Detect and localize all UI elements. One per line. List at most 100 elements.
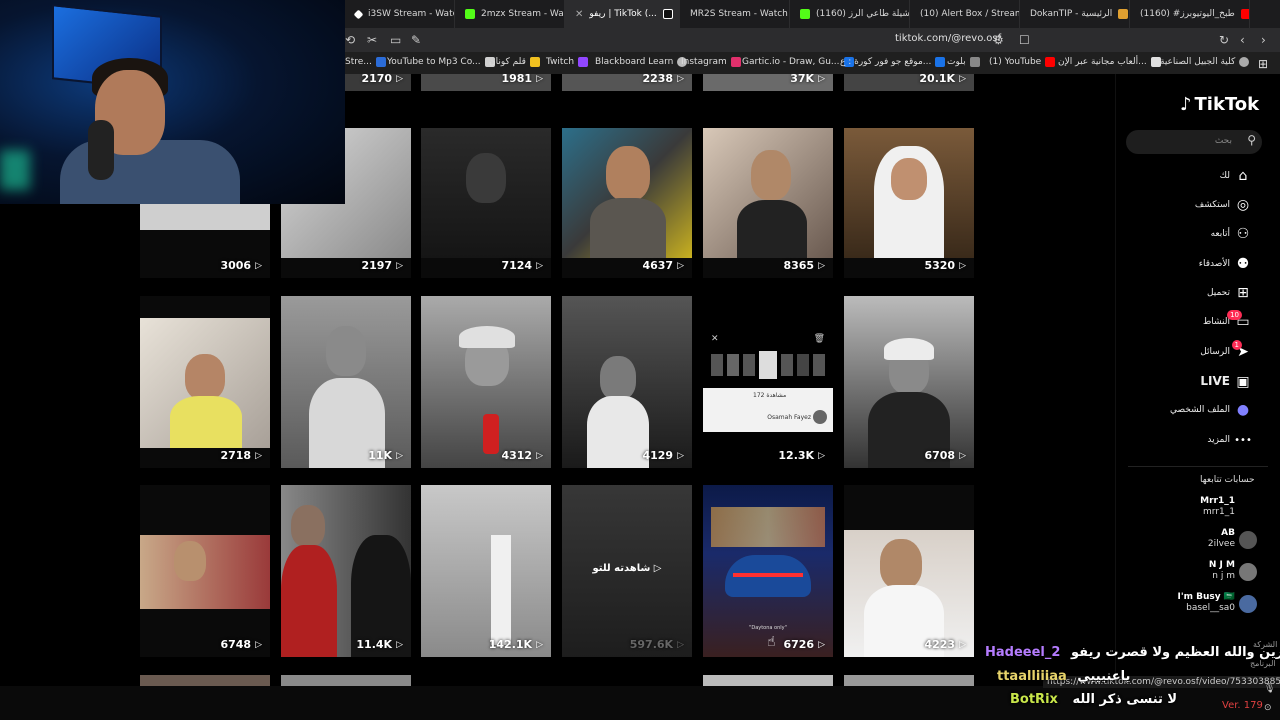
bookmark-item[interactable]: بلوت <box>947 57 980 67</box>
tiktok-icon: ♪ <box>1180 94 1192 115</box>
extension-icon[interactable]: ⟲ <box>345 33 355 47</box>
bookmark-item[interactable]: YouTube to Mp3 Co... <box>387 57 495 67</box>
notification-badge: 10 <box>1227 310 1242 320</box>
browser-tab[interactable]: DokanTIP - الرئيسية <box>1020 0 1130 28</box>
video-thumbnail[interactable]: 6748 ▷ <box>140 485 270 657</box>
browser-tab[interactable]: (1160) شيلة طاعي الرز... <box>790 0 910 28</box>
close-icon[interactable]: ✕ <box>711 334 719 344</box>
bookmark-item[interactable]: Stre... <box>345 57 386 67</box>
tab-favicon-icon <box>353 9 364 19</box>
edit-icon[interactable]: ✎ <box>411 33 421 47</box>
bookmark-item[interactable]: قلم كونان <box>489 57 540 67</box>
microphone-icon[interactable]: 🎙 <box>1264 684 1275 694</box>
browser-tab[interactable]: (10) Alert Box / Stream <box>910 0 1020 28</box>
sidebar-item-upload[interactable]: تحميل ⊞ <box>1130 285 1260 305</box>
video-thumbnail[interactable]: 7124 ▷ <box>421 128 551 278</box>
followed-account[interactable]: Mrr1_1 mrr1_1 <box>1130 496 1265 522</box>
sidebar-item-label: LIVE <box>1200 374 1230 388</box>
browser-tab[interactable]: i3SW Stream - Watch <box>345 0 455 28</box>
view-count: 142.1K ▷ <box>489 638 543 651</box>
account-name: Mrr1_1 <box>1200 496 1235 506</box>
account-handle: mrr1_1 <box>1203 507 1235 517</box>
play-icon: ▷ <box>959 450 966 461</box>
video-thumbnail[interactable]: 2238 ▷ <box>562 74 692 91</box>
bookmark-item[interactable]: كلية الجبيل الصناعية <box>1160 57 1250 67</box>
bookmark-item[interactable]: موقع جو فور كورة : ع... <box>840 57 946 67</box>
sidebar-item-friends[interactable]: الأصدقاء ⚉ <box>1130 256 1260 276</box>
screen-icon[interactable]: ▭ <box>390 33 401 47</box>
browser-tab-active[interactable]: ✕ ريفو | TikTok (... <box>565 0 680 28</box>
video-thumbnail[interactable]: 37K ▷ <box>703 74 833 91</box>
sidebar-item-profile[interactable]: الملف الشخصي ● <box>1130 402 1260 422</box>
search-input[interactable]: بحث ⚲ <box>1126 130 1262 154</box>
bookmark-label: Gartic.io - Draw, Gu... <box>742 57 840 67</box>
view-count: 11K ▷ <box>368 449 403 462</box>
video-thumbnail[interactable]: 4223 ▷ <box>844 485 974 657</box>
reload-icon[interactable]: ↻ <box>1219 33 1229 47</box>
sidebar-item-for-you[interactable]: لك ⌂ <box>1130 168 1260 188</box>
followed-account[interactable]: N J Mn j m <box>1130 560 1265 586</box>
back-icon[interactable]: ‹ <box>1240 33 1245 47</box>
person-image <box>751 150 791 200</box>
video-thumbnail[interactable]: 8365 ▷ <box>703 128 833 278</box>
webcam-overlay <box>0 0 345 204</box>
video-thumbnail[interactable]: 2718 ▷ <box>140 296 270 468</box>
tiktok-icon <box>662 9 673 19</box>
video-thumbnail[interactable]: 4129 ▷ <box>562 296 692 468</box>
bookmark-item[interactable]: Gartic.io - Draw, Gu... <box>742 57 854 67</box>
chat-message: ttaalliiiaa ياعنيييي <box>997 669 1130 684</box>
video-thumbnail[interactable]: 20.1K ▷ <box>844 74 974 91</box>
footer-link[interactable]: البرنامج <box>1250 659 1276 668</box>
video-thumbnail[interactable]: "Daytona only" 6726 ▷ <box>703 485 833 657</box>
bookmark-item[interactable]: (1) YouTube <box>989 57 1056 67</box>
video-thumbnail[interactable]: 11.4K ▷ <box>281 485 411 657</box>
profile-icon: ● <box>1236 402 1250 418</box>
followed-account[interactable]: AB 2ilvee <box>1130 528 1265 554</box>
video-thumbnail[interactable]: 4637 ▷ <box>562 128 692 278</box>
chat-text: لا تنسى ذكر الله <box>1072 692 1178 707</box>
sidebar-item-explore[interactable]: استكشف ◎ <box>1130 197 1260 217</box>
browser-tab[interactable]: 2mzx Stream - Watch <box>455 0 565 28</box>
site-settings-icon[interactable]: ⚙ <box>993 33 1004 47</box>
youtube-icon <box>1045 57 1056 67</box>
video-thumbnail[interactable]: 142.1K ▷ <box>421 485 551 657</box>
bookmark-item[interactable]: Instagram <box>681 57 741 67</box>
bookmarks-menu-icon[interactable]: ⊞ <box>1258 57 1268 71</box>
search-icon[interactable]: ⚲ <box>1247 133 1256 147</box>
person-image <box>606 146 650 201</box>
video-thumbnail[interactable]: 6708 ▷ <box>844 296 974 468</box>
tab-label: i3SW Stream - Watch <box>368 9 455 19</box>
bookmark-item[interactable]: Twitch <box>546 57 589 67</box>
view-count: 8365 ▷ <box>783 259 825 272</box>
sidebar-item-following[interactable]: أتابعه ⚇ <box>1130 226 1260 246</box>
screen: i3SW Stream - Watch 2mzx Stream - Watch … <box>0 0 1280 720</box>
view-count-value: 2197 <box>361 259 393 272</box>
url-field[interactable]: tiktok.com/@revo.osf <box>895 33 1001 44</box>
browser-tab[interactable]: MR2S Stream - Watch <box>680 0 790 28</box>
settings-icon[interactable]: ⊙ <box>1264 703 1272 713</box>
video-thumbnail-watched[interactable]: شاهدته للتو ▷ 597.6K ▷ <box>562 485 692 657</box>
sidebar-item-activity[interactable]: النشاط ▭ 10 <box>1130 310 1260 334</box>
bookmark-icon[interactable]: ☐ <box>1019 33 1030 47</box>
view-count: 6726 ▷ <box>783 638 825 651</box>
extension-icon[interactable]: ✂ <box>367 33 377 47</box>
sidebar-item-live[interactable]: LIVE ▣ <box>1130 374 1260 394</box>
trash-icon[interactable]: 🗑 <box>814 334 825 344</box>
browser-tab[interactable]: (1160) #طبخ_اليوتيوبرز <box>1130 0 1250 28</box>
mini-thumbnail <box>711 354 723 376</box>
followed-account[interactable]: I'm Busy 🇸🇦 basel__sa0 <box>1130 592 1265 618</box>
bookmark-item[interactable]: Blackboard Learn <box>595 57 688 67</box>
video-thumbnail[interactable]: 5320 ▷ <box>844 128 974 278</box>
video-thumbnail[interactable]: 4312 ▷ <box>421 296 551 468</box>
video-thumbnail[interactable]: 11K ▷ <box>281 296 411 468</box>
mini-thumbnail <box>743 354 755 376</box>
sidebar-item-messages[interactable]: الرسائل ➤ 1 <box>1130 340 1260 364</box>
bookmark-item[interactable]: ألعاب مجانية عبر الإن... <box>1058 57 1161 67</box>
bookmark-label: بلوت <box>947 57 966 67</box>
close-tab-icon[interactable]: ✕ <box>575 9 583 20</box>
tiktok-logo[interactable]: ♪ TikTok <box>1180 94 1259 115</box>
sidebar-item-more[interactable]: المزيد ••• <box>1130 432 1260 452</box>
video-thumbnail[interactable]: 1981 ▷ <box>421 74 551 91</box>
video-thumbnail[interactable]: ✕ 🗑 172 مشاهدة Osamah Fayez 12.3K ▷ <box>703 296 833 468</box>
forward-icon[interactable]: › <box>1261 33 1266 47</box>
